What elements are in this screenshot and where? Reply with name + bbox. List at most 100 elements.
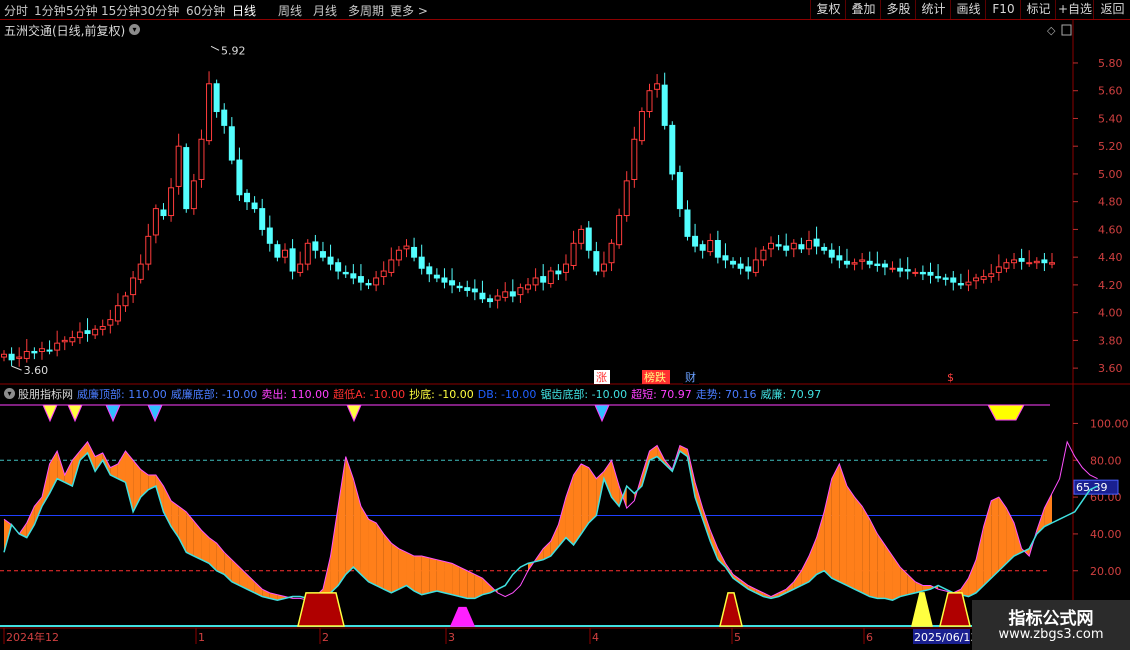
candle-body: [99, 326, 106, 330]
candle-body: [661, 84, 668, 126]
candle-body: [950, 277, 957, 283]
indicator-panel-menu-button[interactable]: ▾: [4, 388, 15, 399]
orange-band: [846, 486, 855, 590]
top-signal-trapezoid: [987, 404, 1025, 421]
legend-item-8: 走势: 70.16: [695, 388, 757, 401]
legend-item-6: 锯齿底部: -10.00: [540, 388, 628, 401]
candle-body: [8, 353, 15, 361]
candle-body: [418, 256, 425, 269]
candle-body: [600, 263, 607, 272]
orange-band: [452, 563, 460, 597]
candle-body: [578, 228, 585, 244]
candle-body: [745, 266, 752, 272]
candle-body: [502, 291, 509, 298]
candle-body: [69, 337, 76, 343]
legend-item-3: 超低A: -10.00: [333, 388, 406, 401]
candle-body: [449, 280, 456, 286]
candle-body: [395, 249, 402, 261]
time-axis-label-1: 1: [198, 631, 205, 644]
candle-body: [471, 288, 478, 293]
candle-body: [38, 348, 45, 352]
candle-body: [107, 319, 114, 326]
bottom-signal-1: [449, 606, 476, 627]
candle-body: [183, 147, 190, 210]
bottom-signal-0: [297, 592, 345, 627]
price-axis-label: 4.80: [1098, 196, 1123, 209]
orange-band: [801, 556, 809, 586]
price-axis-label: 5.00: [1098, 168, 1123, 181]
price-axis-label: 4.60: [1098, 223, 1123, 236]
indicator-name: 股朋指标网: [18, 388, 73, 401]
orange-band: [854, 497, 863, 593]
legend-item-7: 超短: 70.97: [631, 388, 692, 401]
candle-body: [608, 242, 615, 264]
candle-body: [92, 328, 99, 336]
candle-body: [638, 111, 645, 142]
candle-body: [312, 241, 319, 251]
orange-band: [968, 559, 977, 597]
candle-body: [927, 271, 934, 276]
candle-body: [266, 227, 273, 244]
candle-body: [335, 262, 342, 272]
candle-body: [935, 276, 942, 279]
candle-body: [897, 267, 904, 272]
candle-body: [213, 83, 220, 113]
orange-band: [862, 506, 870, 597]
candle-body: [426, 266, 433, 275]
candle-body: [919, 271, 926, 275]
candle-body: [350, 273, 357, 279]
current-value-label: 65.39: [1076, 481, 1108, 494]
orange-band: [436, 559, 445, 593]
panel-toggle-icon: [1061, 24, 1072, 36]
candle-body: [61, 339, 68, 343]
price-axis-label: 4.40: [1098, 251, 1123, 264]
candles: [1, 71, 1055, 367]
candle-body: [319, 251, 326, 258]
candle-body: [699, 244, 706, 251]
candle-body: [327, 256, 334, 265]
candle-body: [828, 249, 835, 258]
candle-body: [403, 245, 410, 250]
orange-band: [1044, 493, 1052, 527]
candle-body: [244, 192, 251, 203]
candle-body: [730, 260, 737, 265]
time-axis-label-3: 3: [448, 631, 455, 644]
candle-body: [684, 209, 691, 237]
high-mark-pointer: [210, 45, 220, 51]
candle-body: [1033, 260, 1040, 264]
high-price-label: 5.92: [221, 44, 246, 57]
candle-body: [175, 145, 182, 187]
candle-body: [259, 208, 266, 230]
indicator-axis-label: 100.00: [1090, 417, 1129, 430]
watermark: 指标公式网 www.zbgs3.com: [972, 600, 1130, 650]
candle-body: [304, 242, 311, 265]
candle-body: [547, 270, 554, 285]
orange-band: [368, 519, 377, 586]
candle-body: [631, 138, 638, 180]
candle-body: [122, 295, 129, 307]
legend-item-0: 威廉顶部: 110.00: [77, 388, 167, 401]
candle-body: [1003, 262, 1010, 269]
candle-body: [904, 269, 911, 272]
candle-body: [942, 277, 949, 280]
candle-body: [23, 350, 30, 359]
time-axis-label-0: 2024年12: [6, 630, 59, 644]
orange-band: [831, 463, 840, 582]
candle-body: [16, 356, 23, 359]
candle-body: [357, 276, 364, 283]
time-axis-label-4: 4: [592, 631, 599, 644]
orange-band: [398, 548, 407, 590]
candle-body: [562, 263, 569, 273]
orange-band: [467, 570, 475, 599]
bottom-signal-4: [939, 592, 971, 627]
candle-body: [509, 291, 516, 297]
low-mark-pointer: [11, 365, 22, 371]
diamond-icon: ◇: [1047, 24, 1056, 37]
candle-body: [1049, 262, 1055, 265]
candle-body: [130, 277, 137, 296]
candle-body: [54, 342, 61, 351]
candle-body: [274, 244, 281, 258]
indicator-axis-label: 20.00: [1090, 565, 1122, 578]
bottom-signal-2: [719, 592, 743, 627]
orange-band: [186, 511, 194, 557]
